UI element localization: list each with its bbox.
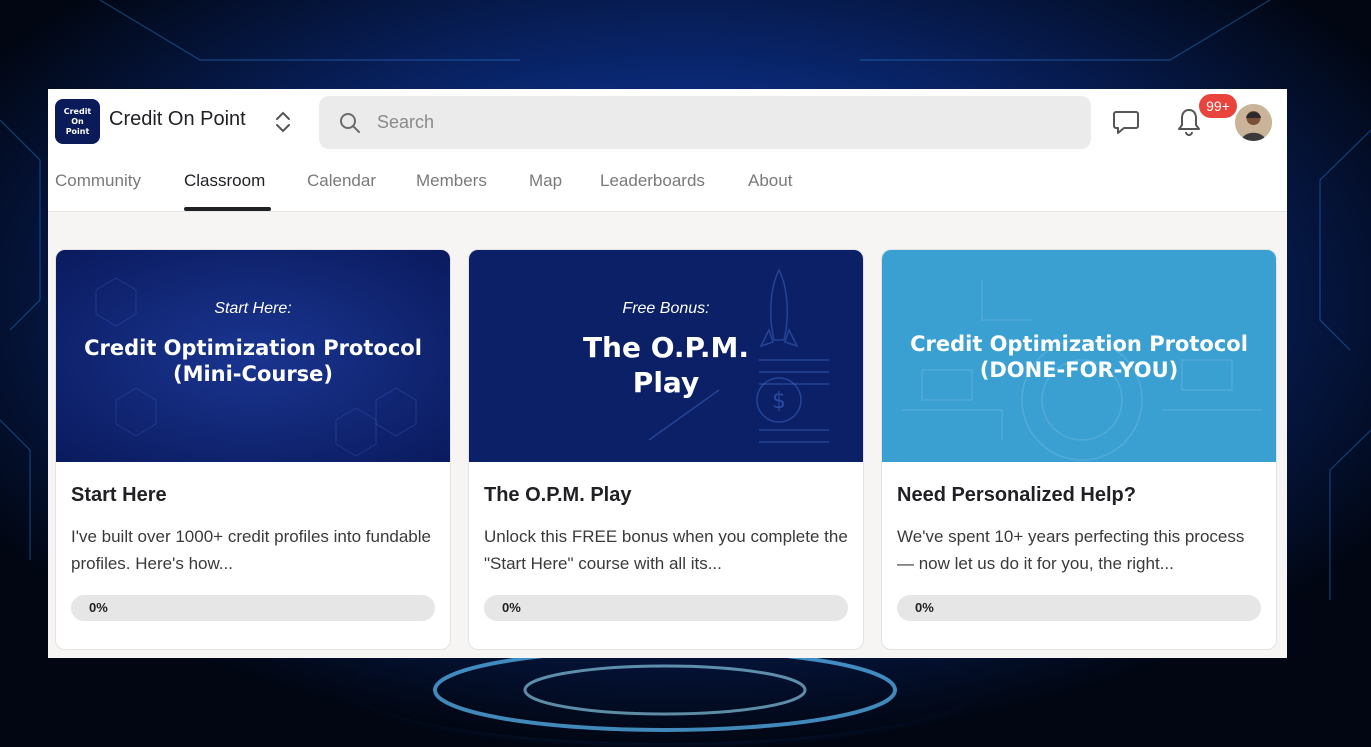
chat-icon[interactable] [1112, 109, 1140, 135]
app-window: Credit On Point Credit On Point 99+ [48, 89, 1287, 658]
progress-label: 0% [502, 600, 521, 615]
course-title: Start Here [71, 484, 167, 506]
course-card[interactable]: Start Here: Credit Optimization Protocol… [55, 249, 451, 650]
course-title: The O.P.M. Play [484, 484, 632, 506]
cover-title-line: (Mini-Course) [172, 362, 334, 386]
course-card[interactable]: Credit Optimization Protocol (DONE-FOR-Y… [881, 249, 1277, 650]
cover-title-line: (DONE-FOR-YOU) [979, 358, 1179, 382]
cover-kicker: Free Bonus: [622, 300, 710, 317]
group-logo[interactable]: Credit On Point [55, 99, 100, 144]
bell-icon[interactable] [1176, 107, 1202, 137]
course-description: We've spent 10+ years perfecting this pr… [897, 527, 1245, 573]
search-bar[interactable] [319, 96, 1091, 149]
tab-calendar[interactable]: Calendar [307, 171, 376, 191]
active-tab-indicator [184, 207, 271, 211]
tab-members[interactable]: Members [416, 171, 487, 191]
tab-classroom[interactable]: Classroom [184, 171, 265, 191]
course-title: Need Personalized Help? [897, 484, 1136, 506]
course-card[interactable]: $ Free Bonus: The O.P.M. Play The O.P.M.… [468, 249, 864, 650]
cover-title-line: Credit Optimization Protocol [910, 332, 1248, 356]
logo-line: Point [65, 126, 90, 136]
nav-tabs: Community Classroom Calendar Members Map… [48, 159, 1287, 211]
logo-line: On [71, 116, 84, 126]
progress-label: 0% [89, 600, 108, 615]
group-name[interactable]: Credit On Point [109, 108, 246, 131]
user-avatar[interactable] [1235, 104, 1272, 141]
course-description: Unlock this FREE bonus when you complete… [484, 527, 848, 573]
course-progress-bar: 0% [71, 595, 435, 621]
tab-community[interactable]: Community [55, 171, 141, 191]
cover-title-line: Play [632, 366, 700, 399]
course-cover: Credit Optimization Protocol (DONE-FOR-Y… [882, 250, 1276, 462]
course-progress-bar: 0% [484, 595, 848, 621]
logo-line: Credit [63, 106, 92, 116]
tab-about[interactable]: About [748, 171, 792, 191]
notification-badge[interactable]: 99+ [1199, 94, 1237, 118]
course-description: I've built over 1000+ credit profiles in… [71, 527, 431, 573]
cover-title-line: The O.P.M. [582, 331, 750, 364]
tab-leaderboards[interactable]: Leaderboards [600, 171, 705, 191]
tab-map[interactable]: Map [529, 171, 562, 191]
chevron-up-down-icon[interactable] [272, 108, 294, 136]
course-progress-bar: 0% [897, 595, 1261, 621]
search-icon [340, 112, 360, 133]
course-cover: Start Here: Credit Optimization Protocol… [56, 250, 450, 462]
course-cover: $ Free Bonus: The O.P.M. Play [469, 250, 863, 462]
cover-kicker: Start Here: [214, 300, 292, 317]
cover-title-line: Credit Optimization Protocol [84, 336, 422, 360]
progress-label: 0% [915, 600, 934, 615]
search-input[interactable] [375, 111, 1059, 134]
top-bar: Credit On Point Credit On Point 99+ [48, 89, 1287, 212]
